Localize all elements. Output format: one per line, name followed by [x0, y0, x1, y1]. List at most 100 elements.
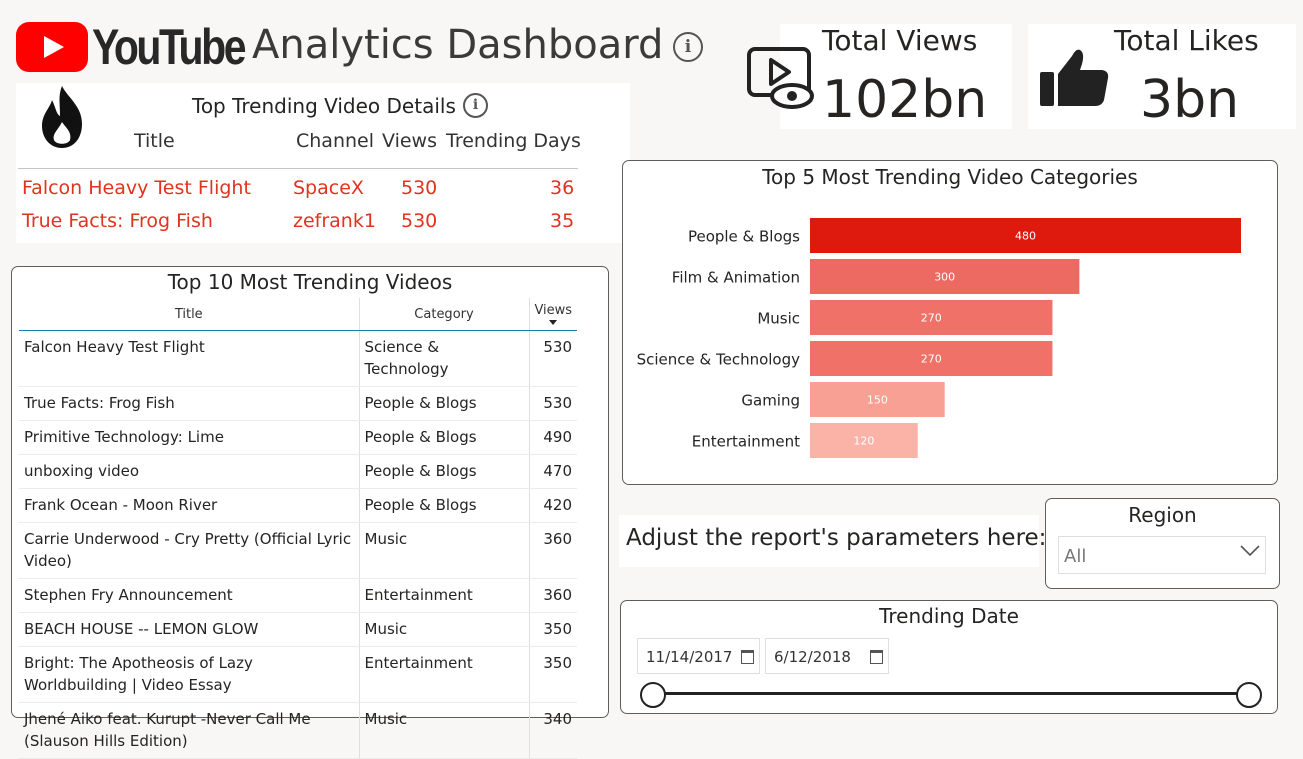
video-title-cell: Bright: The Apotheosis of Lazy Worldbuil… [19, 646, 359, 703]
trending-date-title: Trending Date [879, 604, 1019, 628]
data-label: 270 [921, 312, 942, 325]
category-cell: Science & Technology [358, 330, 529, 387]
category-label: Music [757, 310, 800, 328]
top10-table-wrapper: Title Category Views Falcon Heavy Test F… [19, 298, 577, 759]
video-title-cell: True Facts: Frog Fish [19, 386, 359, 421]
views-cell: 340 [528, 702, 577, 759]
data-label: 480 [1015, 230, 1036, 243]
table-row[interactable]: Falcon Heavy Test Flight Science & Techno… [19, 330, 577, 387]
params-prompt: Adjust the report's parameters here: [626, 525, 1047, 551]
info-icon[interactable]: i [463, 93, 488, 118]
column-header-category[interactable]: Category [358, 298, 529, 331]
thumbs-up-icon [1040, 49, 1109, 106]
column-header-views: Views [382, 130, 437, 152]
video-title-cell: Carrie Underwood - Cry Pretty (Official … [19, 522, 359, 579]
end-date-value: 6/12/2018 [774, 648, 851, 666]
start-date-value: 11/14/2017 [646, 648, 733, 666]
category-cell: Music [358, 702, 529, 759]
column-header-trending-days: Trending Days [446, 130, 581, 152]
data-label: 120 [853, 435, 874, 448]
total-likes-value: 3bn [1140, 70, 1240, 130]
views-cell: 420 [528, 488, 577, 523]
detail-title: Falcon Heavy Test Flight [22, 177, 251, 199]
detail-views: 530 [401, 177, 438, 199]
table-row[interactable]: unboxing video People & Blogs 470 [19, 454, 577, 489]
detail-views: 530 [401, 210, 438, 232]
region-selected-value: All [1064, 546, 1087, 567]
detail-trending-days: 36 [550, 177, 575, 199]
info-icon[interactable]: i [673, 32, 703, 62]
sort-descending-icon [549, 320, 558, 325]
calendar-icon[interactable] [741, 650, 754, 664]
video-title-cell: Frank Ocean - Moon River [19, 488, 359, 523]
category-cell: People & Blogs [358, 420, 529, 455]
date-slider-start-handle[interactable] [640, 682, 666, 708]
video-title-cell: Stephen Fry Announcement [19, 578, 359, 613]
chart-title: Top 5 Most Trending Video Categories [762, 165, 1138, 189]
detail-trending-days: 35 [550, 210, 575, 232]
detail-channel: zefrank1 [293, 210, 376, 232]
category-label: Science & Technology [637, 351, 801, 369]
total-views-value: 102bn [822, 70, 988, 130]
views-cell: 530 [528, 330, 577, 387]
category-cell: Entertainment [358, 578, 529, 613]
table-row[interactable]: Stephen Fry Announcement Entertainment 360 [19, 578, 577, 613]
total-likes-card: Total Likes 3bn [1028, 24, 1296, 130]
video-title-cell: Falcon Heavy Test Flight [19, 330, 359, 387]
table-row[interactable]: Primitive Technology: Lime People & Blogs… [19, 420, 577, 455]
table-row[interactable]: Carrie Underwood - Cry Pretty (Official … [19, 522, 577, 579]
category-label: Gaming [741, 392, 800, 410]
table-row[interactable]: BEACH HOUSE -- LEMON GLOW Music 350 [19, 612, 577, 647]
play-icon [16, 22, 88, 72]
column-header-title: Title [134, 130, 175, 152]
views-cell: 530 [528, 386, 577, 421]
top10-table-body: Falcon Heavy Test Flight Science & Techno… [19, 330, 577, 759]
table-row[interactable]: Bright: The Apotheosis of Lazy Worldbuil… [19, 646, 577, 703]
calendar-icon[interactable] [870, 650, 883, 664]
data-label: 270 [921, 353, 942, 366]
category-cell: People & Blogs [358, 488, 529, 523]
detail-title: True Facts: Frog Fish [22, 210, 213, 232]
views-cell: 360 [528, 522, 577, 579]
category-label: People & Blogs [688, 228, 800, 246]
views-cell: 350 [528, 646, 577, 703]
divider [18, 168, 578, 169]
video-title-cell: Jhené Aiko feat. Kurupt -Never Call Me (… [19, 702, 359, 759]
category-cell: Entertainment [358, 646, 529, 703]
date-slider-track[interactable] [651, 692, 1249, 695]
video-title-cell: Primitive Technology: Lime [19, 420, 359, 455]
category-label: Film & Animation [672, 269, 800, 287]
chevron-down-icon[interactable] [1240, 544, 1260, 558]
region-dropdown[interactable] [1058, 536, 1266, 574]
date-slider-end-handle[interactable] [1236, 682, 1262, 708]
column-header-views[interactable]: Views [528, 298, 577, 331]
category-cell: Music [358, 612, 529, 647]
column-header-title[interactable]: Title [19, 298, 359, 331]
category-cell: People & Blogs [358, 386, 529, 421]
category-cell: Music [358, 522, 529, 579]
video-title-cell: BEACH HOUSE -- LEMON GLOW [19, 612, 359, 647]
eye-screen-icon [747, 47, 814, 109]
youtube-logo: YouTube [16, 18, 277, 76]
top10-title: Top 10 Most Trending Videos [167, 270, 453, 294]
views-cell: 490 [528, 420, 577, 455]
table-header-row: Title Category Views [19, 298, 577, 331]
categories-bar-chart: People & Blogs 480 Film & Animation 300 Musi… [637, 218, 1241, 458]
data-label: 300 [934, 271, 955, 284]
table-row[interactable]: Jhené Aiko feat. Kurupt -Never Call Me (… [19, 702, 577, 759]
total-views-label: Total Views [822, 24, 978, 57]
total-views-card: Total Views 102bn [747, 24, 1012, 130]
total-likes-label: Total Likes [1114, 24, 1259, 57]
category-label: Entertainment [692, 433, 800, 451]
views-cell: 470 [528, 454, 577, 489]
top10-table: Title Category Views Falcon Heavy Test F… [19, 298, 577, 759]
data-label: 150 [867, 394, 888, 407]
column-header-channel: Channel [296, 130, 375, 152]
views-cell: 350 [528, 612, 577, 647]
video-title-cell: unboxing video [19, 454, 359, 489]
table-row[interactable]: Frank Ocean - Moon River People & Blogs 42… [19, 488, 577, 523]
category-cell: People & Blogs [358, 454, 529, 489]
table-row[interactable]: True Facts: Frog Fish People & Blogs 530 [19, 386, 577, 421]
page-title: Analytics Dashboard [252, 22, 664, 68]
detail-channel: SpaceX [293, 177, 364, 199]
